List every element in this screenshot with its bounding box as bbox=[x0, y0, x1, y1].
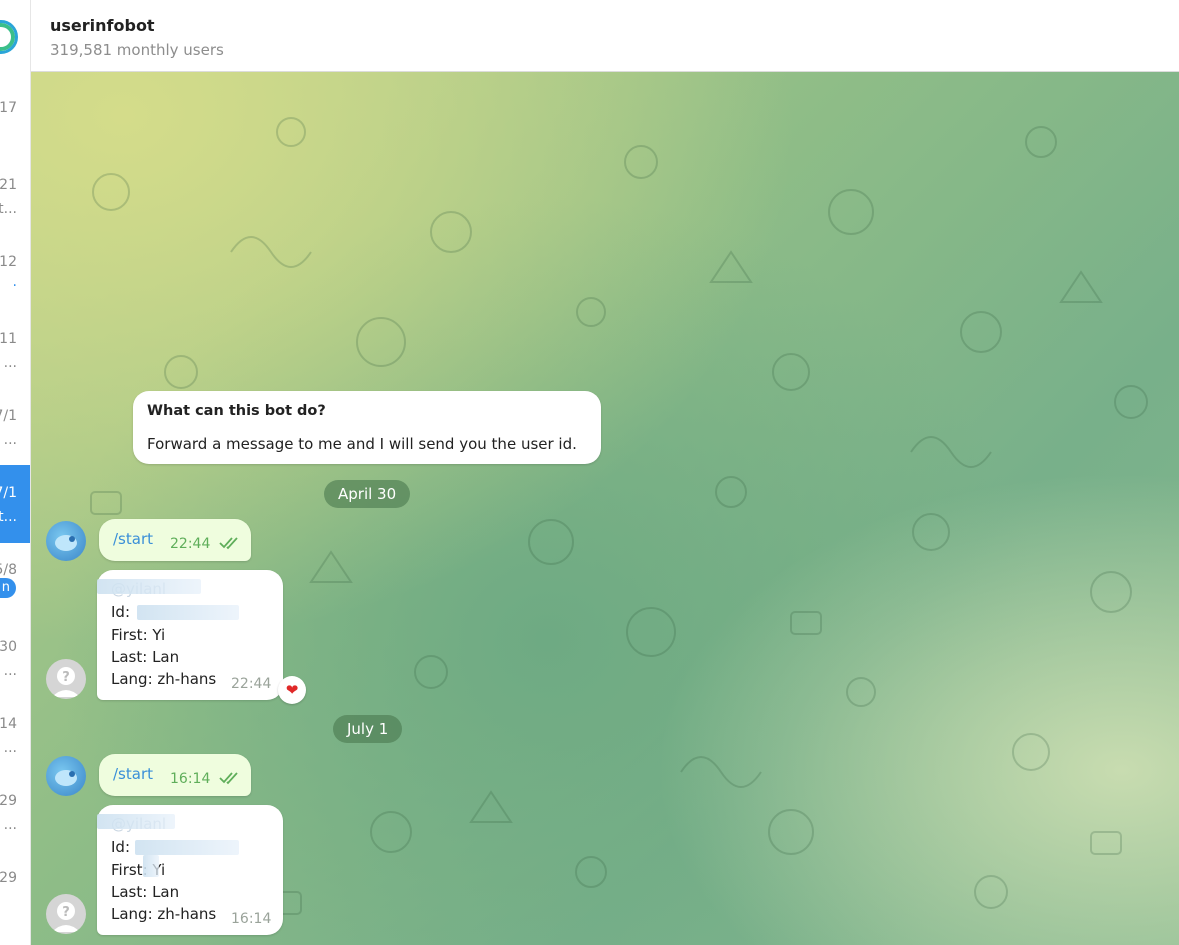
bot-intro-title: What can this bot do? bbox=[147, 403, 326, 419]
heart-reaction-icon[interactable]: ❤ bbox=[278, 676, 306, 704]
incoming-message[interactable]: @yilanl Id: First: Yi Last: Lan Lang: zh… bbox=[97, 805, 283, 935]
chat-list-item-preview: t... bbox=[0, 509, 17, 525]
account-avatar[interactable] bbox=[0, 20, 18, 54]
svg-text:?: ? bbox=[62, 905, 70, 920]
chat-list-item-time: 11 bbox=[0, 331, 17, 347]
chat-list-item-time: 5/8 bbox=[0, 562, 17, 578]
date-separator: April 30 bbox=[324, 480, 411, 508]
chat-list-item-preview: ... bbox=[3, 663, 17, 679]
chat-title[interactable]: userinfobot bbox=[50, 16, 155, 35]
chat-header[interactable]: userinfobot 319,581 monthly users bbox=[31, 0, 1179, 72]
chat-list-item-time: 21 bbox=[0, 177, 17, 193]
chat-list-item-active[interactable]: 7/1 t... bbox=[0, 465, 30, 543]
chat-list-item[interactable]: 5/8 n bbox=[0, 542, 30, 620]
last-name-line: Last: Lan bbox=[111, 648, 180, 666]
user-avatar[interactable] bbox=[46, 521, 86, 561]
chat-list-item-time: 29 bbox=[0, 870, 17, 886]
chat-list-item[interactable]: 17 bbox=[0, 80, 30, 158]
question-mark-icon: ? bbox=[52, 667, 80, 697]
user-id-line: Id: bbox=[111, 838, 130, 856]
chat-list-item[interactable]: 11 ... bbox=[0, 311, 30, 389]
chat-list-item[interactable]: 29 ... bbox=[0, 773, 30, 851]
incoming-message[interactable]: @yilanl Id: First: Yi Last: Lan Lang: zh… bbox=[97, 570, 283, 700]
bot-intro-description: Forward a message to me and I will send … bbox=[147, 435, 577, 453]
message-time: 22:44 bbox=[170, 536, 211, 552]
first-name-line: First: Yi bbox=[111, 626, 166, 644]
user-avatar[interactable] bbox=[46, 756, 86, 796]
chat-list-item-preview: ... bbox=[3, 740, 17, 756]
chat-list-item-time: 14 bbox=[0, 716, 17, 732]
outgoing-message[interactable]: /start 16:14 bbox=[99, 754, 251, 796]
chat-list-item-time: 12 bbox=[0, 254, 17, 270]
chat-list-item-preview: t... bbox=[0, 201, 17, 217]
chat-list-sidebar: 17 21 t... 12 · 11 ... 7/1 ... 7/1 t... … bbox=[0, 0, 31, 945]
chat-list-item-time: 17 bbox=[0, 100, 17, 116]
bot-intro-card: What can this bot do? Forward a message … bbox=[133, 391, 601, 464]
chat-list-item-time: 7/1 bbox=[0, 408, 17, 424]
chat-list-item[interactable]: 12 · bbox=[0, 234, 30, 312]
user-avatar-icon bbox=[55, 770, 77, 786]
chat-list-item-preview: ... bbox=[3, 355, 17, 371]
chat-list-item[interactable]: 30 ... bbox=[0, 619, 30, 697]
unread-badge: n bbox=[0, 578, 16, 598]
chat-list-item[interactable]: 7/1 ... bbox=[0, 388, 30, 466]
chat-list-item-time: 29 bbox=[0, 793, 17, 809]
command-link[interactable]: /start bbox=[113, 765, 153, 783]
outgoing-message[interactable]: /start 22:44 bbox=[99, 519, 251, 561]
language-line: Lang: zh-hans bbox=[111, 905, 217, 923]
message-time: 16:14 bbox=[231, 911, 272, 927]
chat-list-item-time: 30 bbox=[0, 639, 17, 655]
date-separator: July 1 bbox=[333, 715, 403, 743]
redacted-area bbox=[137, 605, 239, 620]
redacted-area bbox=[143, 855, 159, 877]
redacted-area bbox=[97, 579, 201, 594]
chat-list-item-preview: ... bbox=[3, 817, 17, 833]
chat-list-item[interactable]: 14 ... bbox=[0, 696, 30, 774]
question-mark-icon: ? bbox=[52, 902, 80, 932]
language-line: Lang: zh-hans bbox=[111, 670, 217, 688]
double-check-icon bbox=[219, 537, 238, 550]
user-id-line: Id: bbox=[111, 603, 130, 621]
command-link[interactable]: /start bbox=[113, 530, 153, 548]
chat-list-item-preview: · bbox=[12, 278, 17, 294]
svg-text:?: ? bbox=[62, 670, 70, 685]
chat-subtitle: 319,581 monthly users bbox=[50, 41, 224, 59]
chat-list-item-preview: ... bbox=[3, 432, 17, 448]
double-check-icon bbox=[219, 772, 238, 785]
message-time: 16:14 bbox=[170, 771, 211, 787]
chat-list-item[interactable]: 29 bbox=[0, 850, 30, 928]
message-time: 22:44 bbox=[231, 676, 272, 692]
last-name-line: Last: Lan bbox=[111, 883, 180, 901]
redacted-area bbox=[97, 814, 175, 829]
chat-list-item[interactable]: 21 t... bbox=[0, 157, 30, 235]
bot-avatar[interactable]: ? bbox=[46, 894, 86, 934]
redacted-area bbox=[135, 840, 239, 855]
chat-list-item-time: 7/1 bbox=[0, 485, 17, 501]
user-avatar-icon bbox=[55, 535, 77, 551]
bot-avatar[interactable]: ? bbox=[46, 659, 86, 699]
